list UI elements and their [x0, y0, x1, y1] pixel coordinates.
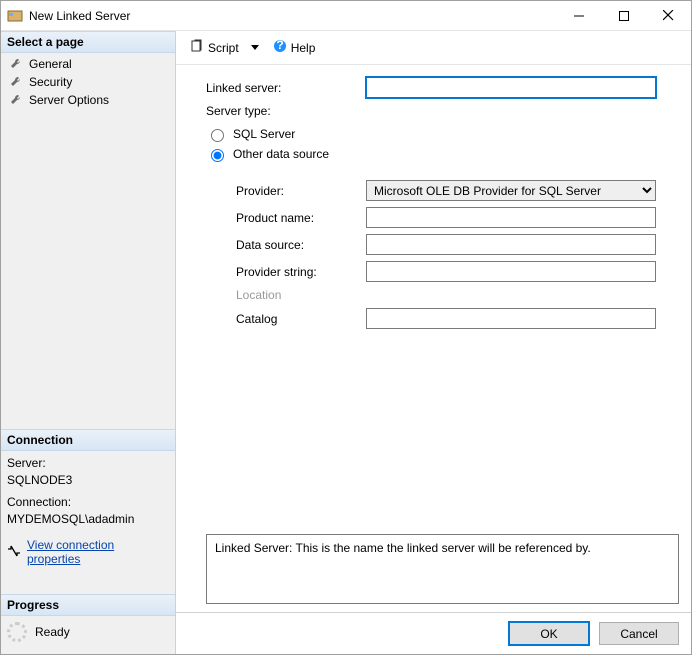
catalog-input[interactable] — [366, 308, 656, 329]
page-security[interactable]: Security — [1, 73, 175, 91]
cancel-button[interactable]: Cancel — [599, 622, 679, 645]
main-panel: Script ? Help Linked server: Serve — [176, 31, 691, 654]
server-value: SQLNODE3 — [7, 472, 169, 489]
script-label: Script — [208, 41, 239, 55]
connection-header: Connection — [1, 429, 175, 451]
help-button[interactable]: ? Help — [269, 37, 320, 58]
page-label: Security — [29, 75, 72, 89]
view-connection-properties-link[interactable]: View connection properties — [27, 538, 169, 566]
script-icon — [190, 39, 204, 56]
select-page-header: Select a page — [1, 31, 175, 53]
connection-props-icon — [7, 544, 21, 561]
hint-box: Linked Server: This is the name the link… — [206, 534, 679, 604]
titlebar: New Linked Server — [1, 1, 691, 31]
minimize-button[interactable] — [556, 1, 601, 30]
linked-server-label: Linked server: — [206, 81, 366, 95]
hint-text: Linked Server: This is the name the link… — [215, 541, 591, 555]
close-button[interactable] — [646, 1, 691, 30]
radio-other-data-source[interactable] — [211, 149, 224, 162]
page-general[interactable]: General — [1, 55, 175, 73]
data-source-label: Data source: — [236, 238, 366, 252]
progress-header: Progress — [1, 594, 175, 616]
radio-sql-server[interactable] — [211, 129, 224, 142]
page-label: General — [29, 57, 72, 71]
wrench-icon — [9, 93, 23, 107]
radio-sql-label: SQL Server — [233, 127, 295, 141]
product-name-label: Product name: — [236, 211, 366, 225]
svg-text:?: ? — [276, 39, 283, 52]
toolbar: Script ? Help — [176, 31, 691, 65]
chevron-down-icon — [251, 45, 259, 50]
wrench-icon — [9, 75, 23, 89]
data-source-input[interactable] — [366, 234, 656, 255]
wrench-icon — [9, 57, 23, 71]
provider-select[interactable]: Microsoft OLE DB Provider for SQL Server — [366, 180, 656, 201]
page-server-options[interactable]: Server Options — [1, 91, 175, 109]
server-type-label: Server type: — [206, 104, 366, 118]
window-title: New Linked Server — [29, 9, 556, 23]
ok-button[interactable]: OK — [509, 622, 589, 645]
form-area: Linked server: Server type: SQL Server O… — [176, 65, 691, 530]
server-label: Server: — [7, 455, 169, 472]
provider-string-input[interactable] — [366, 261, 656, 282]
catalog-label: Catalog — [236, 312, 366, 326]
sidebar: Select a page General Security — [1, 31, 176, 654]
progress-status-row: Ready — [1, 616, 175, 654]
linked-server-input[interactable] — [366, 77, 656, 98]
dialog-window: New Linked Server Select a page General — [0, 0, 692, 655]
help-icon: ? — [273, 39, 287, 56]
script-button[interactable]: Script — [186, 37, 263, 58]
progress-status: Ready — [35, 625, 70, 639]
location-label: Location — [236, 288, 366, 302]
app-icon — [7, 8, 23, 24]
provider-label: Provider: — [236, 184, 366, 198]
radio-other-label: Other data source — [233, 147, 329, 161]
product-name-input[interactable] — [366, 207, 656, 228]
progress-spinner-icon — [7, 622, 27, 642]
dialog-footer: OK Cancel — [176, 612, 691, 654]
provider-string-label: Provider string: — [236, 265, 366, 279]
connection-info: Server: SQLNODE3 Connection: MYDEMOSQL\a… — [1, 451, 175, 536]
page-label: Server Options — [29, 93, 109, 107]
connection-label: Connection: — [7, 494, 169, 511]
connection-value: MYDEMOSQL\adadmin — [7, 511, 169, 528]
maximize-button[interactable] — [601, 1, 646, 30]
help-label: Help — [291, 41, 316, 55]
